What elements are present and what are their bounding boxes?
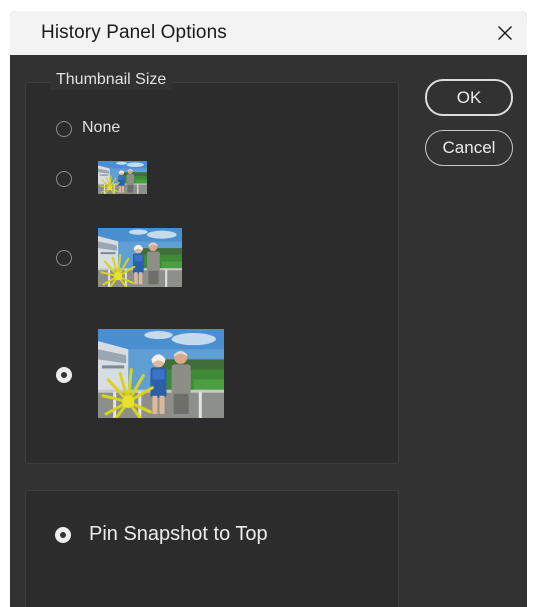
dialog-title: History Panel Options — [41, 22, 227, 43]
thumbnail-large-radio[interactable] — [56, 367, 72, 383]
ok-button[interactable]: OK — [425, 79, 513, 116]
thumbnail-large-preview — [98, 329, 224, 418]
pin-snapshot-radio[interactable] — [55, 527, 71, 543]
thumbnail-medium-preview — [98, 228, 182, 287]
cancel-button[interactable]: Cancel — [425, 130, 513, 166]
thumbnail-small-preview — [98, 161, 147, 194]
close-button[interactable] — [483, 11, 527, 55]
history-panel-options-dialog: History Panel Options Thumbnail Size Non… — [10, 11, 527, 607]
close-icon — [498, 26, 512, 40]
thumbnail-medium-radio[interactable] — [56, 250, 72, 266]
photo-thumbnail-icon — [98, 228, 182, 287]
photo-thumbnail-icon — [98, 161, 147, 194]
pin-snapshot-group — [25, 490, 399, 607]
thumbnail-none-label[interactable]: None — [82, 119, 120, 137]
pin-snapshot-label[interactable]: Pin Snapshot to Top — [89, 523, 268, 546]
thumbnail-size-legend: Thumbnail Size — [50, 70, 173, 90]
thumbnail-small-radio[interactable] — [56, 171, 72, 187]
thumbnail-none-radio[interactable] — [56, 121, 72, 137]
photo-thumbnail-icon — [98, 329, 224, 418]
title-bar: History Panel Options — [10, 11, 527, 55]
